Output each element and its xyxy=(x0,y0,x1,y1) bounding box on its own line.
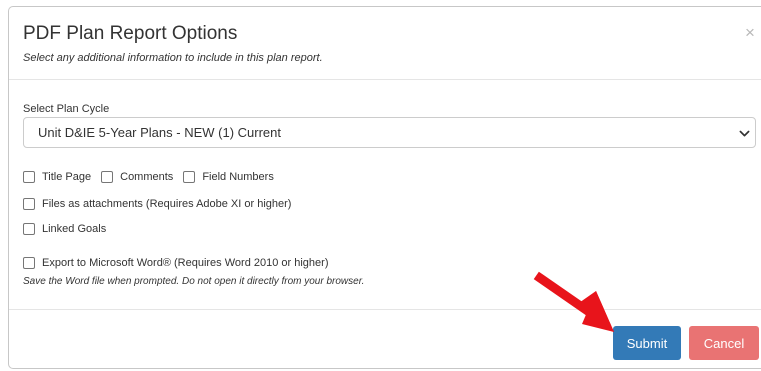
comments-label: Comments xyxy=(120,171,174,183)
options-row-4: Export to Microsoft Word® (Requires Word… xyxy=(23,256,338,270)
chevron-down-icon xyxy=(739,130,750,137)
option-linked-goals[interactable]: Linked Goals xyxy=(23,223,106,235)
dialog-subtitle: Select any additional information to inc… xyxy=(23,52,323,64)
option-field-numbers[interactable]: Field Numbers xyxy=(183,171,274,183)
option-comments[interactable]: Comments xyxy=(101,171,173,183)
dialog-title: PDF Plan Report Options xyxy=(23,23,238,44)
export-word-label: Export to Microsoft Word® (Requires Word… xyxy=(42,257,329,269)
files-attachments-label: Files as attachments (Requires Adobe XI … xyxy=(42,198,292,210)
export-word-checkbox[interactable] xyxy=(23,257,35,269)
title-page-checkbox[interactable] xyxy=(23,171,35,183)
files-attachments-checkbox[interactable] xyxy=(23,198,35,210)
plan-cycle-label: Select Plan Cycle xyxy=(23,103,110,115)
option-files-attachments[interactable]: Files as attachments (Requires Adobe XI … xyxy=(23,198,291,210)
option-export-word[interactable]: Export to Microsoft Word® (Requires Word… xyxy=(23,257,328,269)
plan-cycle-selected-value: Unit D&IE 5-Year Plans - NEW (1) Current xyxy=(38,125,281,140)
option-title-page[interactable]: Title Page xyxy=(23,171,91,183)
options-row-3: Linked Goals xyxy=(23,222,116,236)
cancel-button[interactable]: Cancel xyxy=(689,326,759,360)
linked-goals-checkbox[interactable] xyxy=(23,223,35,235)
dialog-header: PDF Plan Report Options Select any addit… xyxy=(9,7,761,80)
comments-checkbox[interactable] xyxy=(101,171,114,183)
pdf-report-options-dialog: PDF Plan Report Options Select any addit… xyxy=(8,6,761,369)
field-numbers-label: Field Numbers xyxy=(202,171,274,183)
field-numbers-checkbox[interactable] xyxy=(183,171,196,183)
close-icon[interactable]: × xyxy=(745,24,755,41)
plan-cycle-select[interactable]: Unit D&IE 5-Year Plans - NEW (1) Current xyxy=(23,117,756,148)
options-row-1: Title Page Comments Field Numbers xyxy=(23,170,284,184)
dialog-footer: Submit Cancel xyxy=(9,309,761,370)
options-row-2: Files as attachments (Requires Adobe XI … xyxy=(23,197,301,211)
title-page-label: Title Page xyxy=(42,171,92,183)
linked-goals-label: Linked Goals xyxy=(42,223,107,235)
red-arrow-icon xyxy=(533,271,614,332)
dialog-body: Select Plan Cycle Unit D&IE 5-Year Plans… xyxy=(9,80,761,309)
word-export-note: Save the Word file when prompted. Do not… xyxy=(23,276,365,287)
submit-button[interactable]: Submit xyxy=(613,326,681,360)
